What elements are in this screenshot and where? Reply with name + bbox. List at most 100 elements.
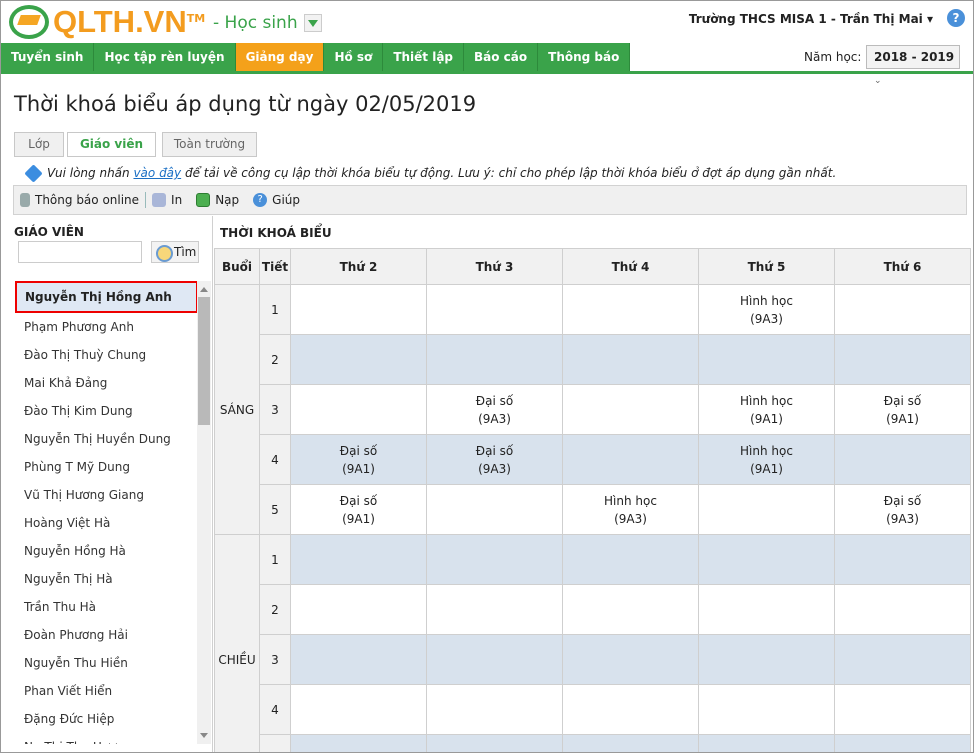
lesson-cell[interactable]: Đại số (9A3) [834,484,971,535]
lesson-cell[interactable] [834,634,971,685]
lesson-cell[interactable] [834,684,971,735]
scroll-up-icon[interactable] [200,287,208,292]
lesson-cell[interactable] [290,684,427,735]
nav-item[interactable]: Giảng dạy [235,43,325,71]
teacher-list-item[interactable]: Phạm Phương Anh [15,313,197,341]
reload-button[interactable]: Nạp [196,193,239,207]
teacher-list-item[interactable]: Nguyễn Thị Huyền Dung [15,425,197,453]
lesson-cell[interactable] [698,734,835,752]
logo[interactable]: QLTH.VN TM [9,4,205,40]
teacher-search-input[interactable] [18,241,142,263]
nav-item[interactable]: Hồ sơ [324,43,384,71]
lesson-cell[interactable]: Đại số (9A3) [426,384,563,435]
lesson-cell[interactable] [562,334,699,385]
print-button[interactable]: In [152,193,182,207]
lesson-cell[interactable] [426,534,563,585]
lesson-cell[interactable] [290,384,427,435]
lesson-cell[interactable] [562,434,699,485]
lesson-cell[interactable] [562,284,699,335]
lesson-cell[interactable] [698,484,835,535]
teacher-list-item[interactable]: Hoàng Việt Hà [15,509,197,537]
lesson-cell[interactable] [562,734,699,752]
teacher-list-item[interactable]: Vũ Thị Hương Giang [15,481,197,509]
lesson-cell[interactable] [834,734,971,752]
table-row: 3 [215,634,971,685]
lesson-cell[interactable] [562,684,699,735]
lesson-cell[interactable] [562,534,699,585]
lesson-cell[interactable] [562,634,699,685]
lesson-cell[interactable] [698,534,835,585]
teacher-list-item[interactable]: Nguyễn Thị Hồng Anh [15,281,197,313]
lesson-cell[interactable]: Đại số (9A1) [290,484,427,535]
lesson-cell[interactable] [290,334,427,385]
lesson-cell[interactable] [426,484,563,535]
tab-toan-truong[interactable]: Toàn trường [162,132,257,157]
lesson-cell[interactable]: Hình học (9A3) [562,484,699,535]
teacher-list-item[interactable]: Nguyễn Thị Hà [15,565,197,593]
help-icon[interactable]: ? [947,9,965,27]
lesson-cell[interactable] [562,384,699,435]
lesson-cell[interactable] [698,334,835,385]
teacher-list-item[interactable]: Nguyễn Hồng Hà [15,537,197,565]
lesson-cell[interactable] [562,584,699,635]
lesson-cell[interactable]: Hình học (9A1) [698,384,835,435]
tab-giao-vien[interactable]: Giáo viên [67,132,156,157]
column-header: Buổi [214,248,260,285]
lesson-cell[interactable] [426,284,563,335]
lesson-cell[interactable] [698,634,835,685]
nav-item[interactable]: Báo cáo [464,43,539,71]
scrollbar[interactable] [197,281,211,744]
lesson-cell[interactable] [290,634,427,685]
lesson-cell[interactable] [698,684,835,735]
lesson-cell[interactable] [426,684,563,735]
teacher-list-item[interactable]: Phùng T Mỹ Dung [15,453,197,481]
lesson-cell[interactable] [834,434,971,485]
nav-item[interactable]: Tuyển sinh [1,43,95,71]
lesson-cell[interactable]: Đại số (9A1) [290,434,427,485]
teacher-list-item[interactable]: Phan Viết Hiển [15,677,197,705]
nav-item[interactable]: Học tập rèn luyện [94,43,236,71]
lesson-cell[interactable] [290,534,427,585]
year-select[interactable]: 2018 - 2019 ⌄ [866,45,960,86]
lesson-cell[interactable] [290,284,427,335]
download-link[interactable]: vào đây [133,166,181,180]
column-header: Thứ 2 [290,248,427,285]
lesson-cell[interactable]: Hình học (9A1) [698,434,835,485]
chevron-down-icon[interactable] [303,14,322,32]
lesson-cell[interactable] [834,584,971,635]
lesson-cell[interactable]: Đại số (9A3) [426,434,563,485]
teacher-list-item[interactable]: Ng Thị Thu Hương [15,733,197,744]
lesson-cell[interactable] [426,334,563,385]
scroll-down-icon[interactable] [200,733,208,738]
tab-lop[interactable]: Lớp [14,132,64,157]
lesson-cell[interactable] [698,584,835,635]
lesson-cell[interactable] [834,284,971,335]
lesson-cell[interactable] [290,584,427,635]
teacher-list-item[interactable]: Mai Khả Đảng [15,369,197,397]
period-cell: 4 [259,684,291,735]
lesson-cell[interactable]: Đại số (9A1) [834,384,971,435]
find-button[interactable]: Tìm [151,241,199,263]
lesson-cell[interactable] [426,584,563,635]
user-menu[interactable]: Trường THCS MISA 1 - Trần Thị Mai ▾ [689,12,933,26]
scrollbar-thumb[interactable] [198,297,210,425]
nav-item[interactable]: Thiết lập [383,43,465,71]
teacher-list-item[interactable]: Đào Thị Kim Dung [15,397,197,425]
lesson-cell[interactable]: Hình học (9A3) [698,284,835,335]
lesson-cell[interactable] [426,734,563,752]
subject-name: Đại số [883,393,922,408]
teacher-list-item[interactable]: Đặng Đức Hiệp [15,705,197,733]
lesson-cell[interactable] [834,534,971,585]
teacher-list-item[interactable]: Đào Thị Thuỳ Chung [15,341,197,369]
lesson-cell[interactable] [834,334,971,385]
role-selector[interactable]: - Học sinh [213,13,322,33]
teacher-list-item[interactable]: Nguyễn Thu Hiền [15,649,197,677]
lesson-cell[interactable] [426,634,563,685]
nav-item[interactable]: Thông báo [538,43,631,71]
teacher-list-item[interactable]: Đoàn Phương Hải [15,621,197,649]
teacher-list-item[interactable]: Trần Thu Hà [15,593,197,621]
lesson-cell[interactable] [290,734,427,752]
online-notify-button[interactable]: Thông báo online [20,193,139,207]
help-button[interactable]: ? Giúp [253,193,300,207]
page-title: Thời khoá biểu áp dụng từ ngày 02/05/201… [14,92,477,116]
